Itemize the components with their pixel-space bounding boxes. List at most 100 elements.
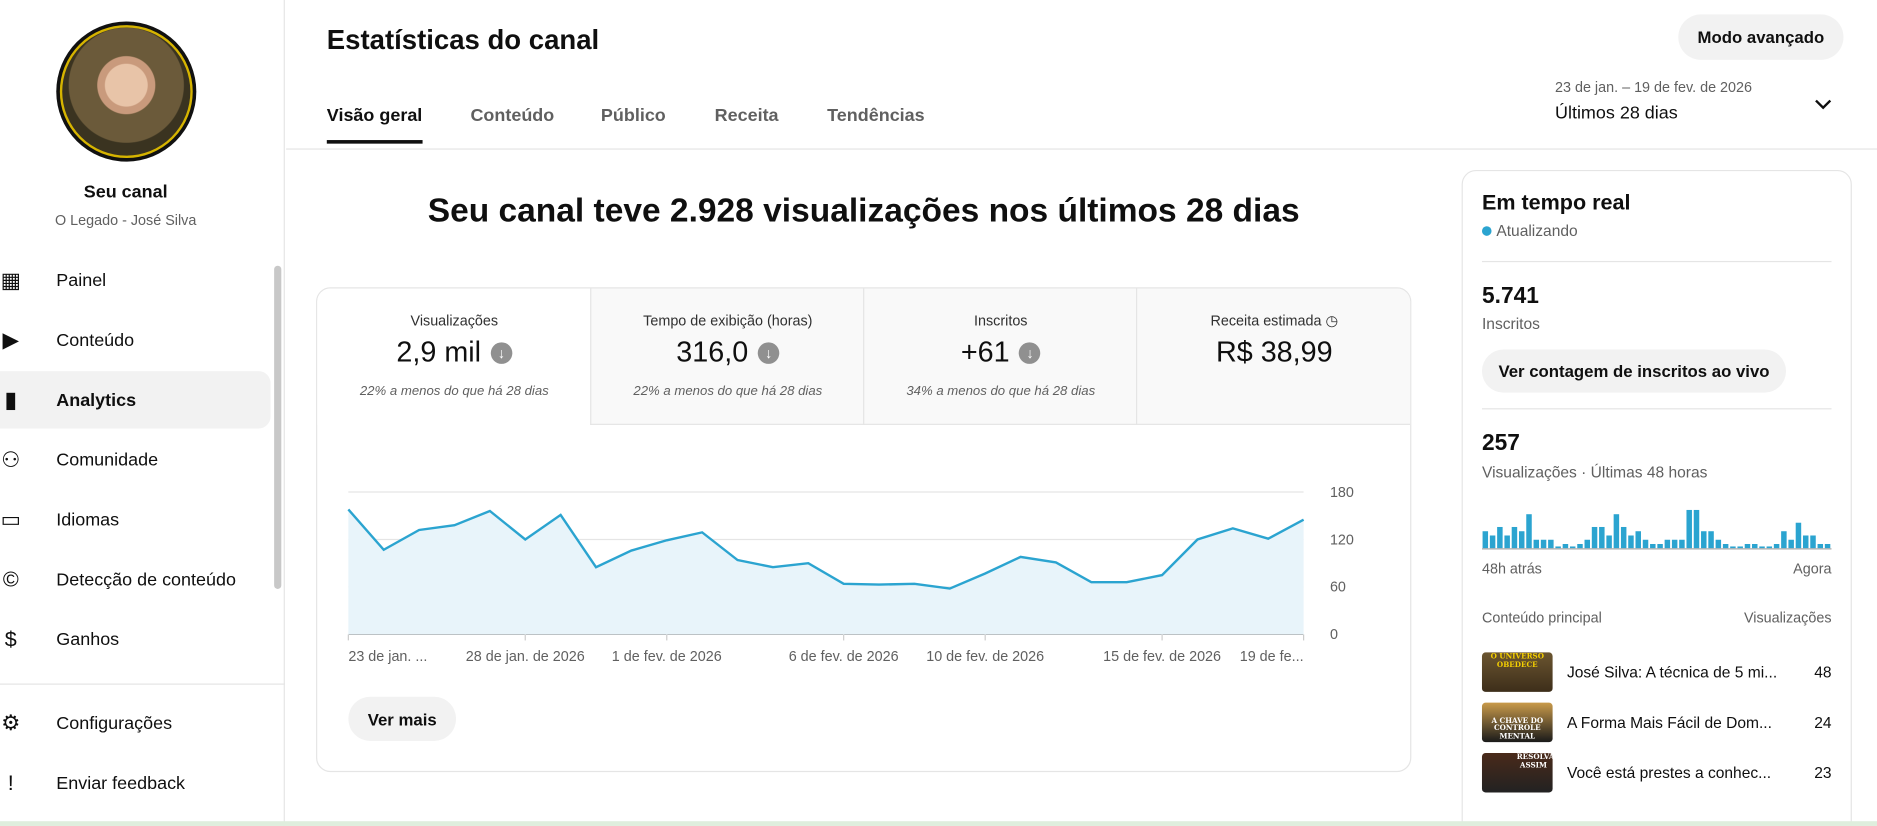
views-count: 257 xyxy=(1481,430,1520,457)
clock-icon: ◷ xyxy=(1325,312,1339,330)
sidebar-item-label: Detecção de conteúdo xyxy=(56,569,236,590)
realtime-bar xyxy=(1504,535,1510,549)
live-dot-icon xyxy=(1481,225,1492,236)
channel-name: O Legado - José Silva xyxy=(55,211,197,229)
sidebar-item-label: Analytics xyxy=(56,389,137,410)
video-title[interactable]: Você está prestes a conhec... xyxy=(1567,764,1788,782)
sidebar-item-label: Enviar feedback xyxy=(56,772,186,794)
realtime-bar xyxy=(1518,531,1525,549)
subscriber-count: 5.741 xyxy=(1481,283,1539,309)
views-chart: 180 120 60 0 23 de jan. ... 28 de jan. de 202… xyxy=(347,485,1354,665)
realtime-bar xyxy=(1744,544,1751,549)
video-thumbnail[interactable]: A CHAVE DO CONTROLE MENTAL xyxy=(1481,702,1553,743)
sidebar-item-ganhos[interactable]: $ Ganhos xyxy=(0,611,271,668)
channel-avatar[interactable] xyxy=(56,21,197,162)
realtime-bar xyxy=(1715,539,1722,549)
bottom-bar xyxy=(0,821,1877,826)
realtime-bar xyxy=(1555,546,1561,549)
sidebar-item-idiomas[interactable]: ▭ Idiomas xyxy=(0,491,271,548)
metric-tab-2[interactable]: Inscritos +61 ↓ 34% a menos do que há 28 di… xyxy=(863,288,1138,425)
tab-2[interactable]: Público xyxy=(601,105,666,140)
headline: Seu canal teve 2.928 visualizações nos ú… xyxy=(427,191,1300,229)
realtime-bar xyxy=(1810,535,1816,549)
metric-tab-3[interactable]: Receita estimada ◷ R$ 38,99 xyxy=(1136,288,1411,425)
dollar-icon: $ xyxy=(4,627,17,652)
end-label: Agora xyxy=(1793,560,1832,577)
feedback-icon: ! xyxy=(7,770,14,795)
col-content: Conteúdo principal xyxy=(1481,609,1602,627)
metrics-card: Visualizações 2,9 mil ↓ 22% a menos do que … xyxy=(316,287,1412,773)
sidebar-item-detecodecontedo[interactable]: © Detecção de conteúdo xyxy=(0,551,271,608)
tab-4[interactable]: Tendências xyxy=(827,105,924,140)
date-range: 23 de jan. – 19 de fev. de 2026 xyxy=(1554,79,1753,96)
video-title[interactable]: José Silva: A técnica de 5 mi... xyxy=(1567,663,1788,681)
x-tick-label: 1 de fev. de 2026 xyxy=(612,649,722,665)
realtime-bar xyxy=(1817,544,1824,549)
sidebar-item-feedback[interactable]: ! Enviar feedback xyxy=(0,754,271,811)
metric-compare: 22% a menos do que há 28 dias xyxy=(359,384,549,399)
realtime-bar xyxy=(1511,526,1518,549)
thumbnail-text: O UNIVERSO OBEDECE xyxy=(1490,652,1544,669)
arrow-down-icon: ↓ xyxy=(490,342,513,364)
sidebar-item-settings[interactable]: ⚙ Configurações xyxy=(0,694,271,751)
metric-compare: 34% a menos do que há 28 dias xyxy=(906,384,1096,399)
realtime-bar xyxy=(1489,535,1496,549)
sidebar-scrollbar[interactable] xyxy=(274,265,282,589)
realtime-bar xyxy=(1635,531,1641,549)
chevron-down-icon[interactable] xyxy=(1814,96,1833,113)
sidebar-item-contedo[interactable]: ▶ Conteúdo xyxy=(0,311,271,368)
copyright-icon: © xyxy=(2,567,19,592)
metric-title-text: Tempo de exibição (horas) xyxy=(643,312,813,330)
sidebar-item-comunidade[interactable]: ⚇ Comunidade xyxy=(0,431,271,488)
realtime-bar xyxy=(1657,544,1663,549)
realtime-bar xyxy=(1730,546,1736,549)
realtime-bar xyxy=(1722,544,1729,549)
video-views: 24 xyxy=(1814,713,1832,732)
tab-1[interactable]: Conteúdo xyxy=(470,105,554,140)
see-more-button[interactable]: Ver mais xyxy=(348,696,457,741)
realtime-bar xyxy=(1788,539,1794,549)
realtime-bar xyxy=(1679,539,1685,549)
content-icon: ▶ xyxy=(2,327,20,352)
video-views: 48 xyxy=(1814,663,1832,682)
metric-tab-1[interactable]: Tempo de exibição (horas) 316,0 ↓ 22% a men… xyxy=(590,288,865,425)
tab-3[interactable]: Receita xyxy=(715,105,779,140)
live-subscriber-count-button[interactable]: Ver contagem de inscritos ao vivo xyxy=(1481,349,1787,393)
sidebar-item-label: Conteúdo xyxy=(56,329,135,351)
tab-0[interactable]: Visão geral xyxy=(326,105,423,144)
metric-title-text: Receita estimada xyxy=(1210,312,1322,330)
realtime-card: Em tempo real Atualizando 5.741 Inscrito… xyxy=(1461,169,1852,826)
views-label: Visualizações · Últimas 48 horas xyxy=(1481,463,1708,482)
realtime-bar xyxy=(1620,526,1627,549)
realtime-bar xyxy=(1759,546,1765,549)
advanced-mode-button[interactable]: Modo avançado xyxy=(1678,14,1844,60)
realtime-bar xyxy=(1766,546,1773,549)
video-thumbnail[interactable]: RESOLVA ASSIM xyxy=(1481,752,1553,793)
subscriber-label: Inscritos xyxy=(1481,314,1540,333)
y-tick-label: 0 xyxy=(1330,627,1338,643)
realtime-bar xyxy=(1526,514,1532,549)
realtime-bar xyxy=(1671,539,1678,549)
dashboard-icon: ▦ xyxy=(0,268,21,293)
x-tick-label: 19 de fe... xyxy=(1240,649,1304,665)
metric-value: 2,9 mil xyxy=(396,336,482,369)
page-title: Estatísticas do canal xyxy=(326,23,600,56)
sidebar: Seu canal O Legado - José Silva ▦ Painel ▶… xyxy=(0,0,285,826)
metric-compare: 22% a menos do que há 28 dias xyxy=(633,384,823,399)
realtime-title: Em tempo real xyxy=(1481,190,1631,215)
realtime-bar xyxy=(1584,539,1591,549)
metric-title: Receita estimada ◷ xyxy=(1137,312,1410,330)
realtime-bar xyxy=(1752,544,1758,549)
realtime-bar xyxy=(1540,539,1547,549)
video-thumbnail[interactable]: O UNIVERSO OBEDECE xyxy=(1481,652,1553,692)
realtime-bar xyxy=(1562,544,1569,549)
realtime-bar xyxy=(1497,526,1503,549)
sidebar-item-analytics[interactable]: ▮ Analytics xyxy=(0,371,271,429)
sidebar-item-painel[interactable]: ▦ Painel xyxy=(0,251,271,308)
sidebar-item-label: Idiomas xyxy=(56,509,120,530)
realtime-bar xyxy=(1599,526,1605,549)
video-title[interactable]: A Forma Mais Fácil de Dom... xyxy=(1567,713,1788,731)
realtime-bar xyxy=(1664,539,1671,549)
realtime-bar xyxy=(1708,531,1714,549)
metric-tab-0[interactable]: Visualizações 2,9 mil ↓ 22% a menos do que … xyxy=(317,288,592,425)
